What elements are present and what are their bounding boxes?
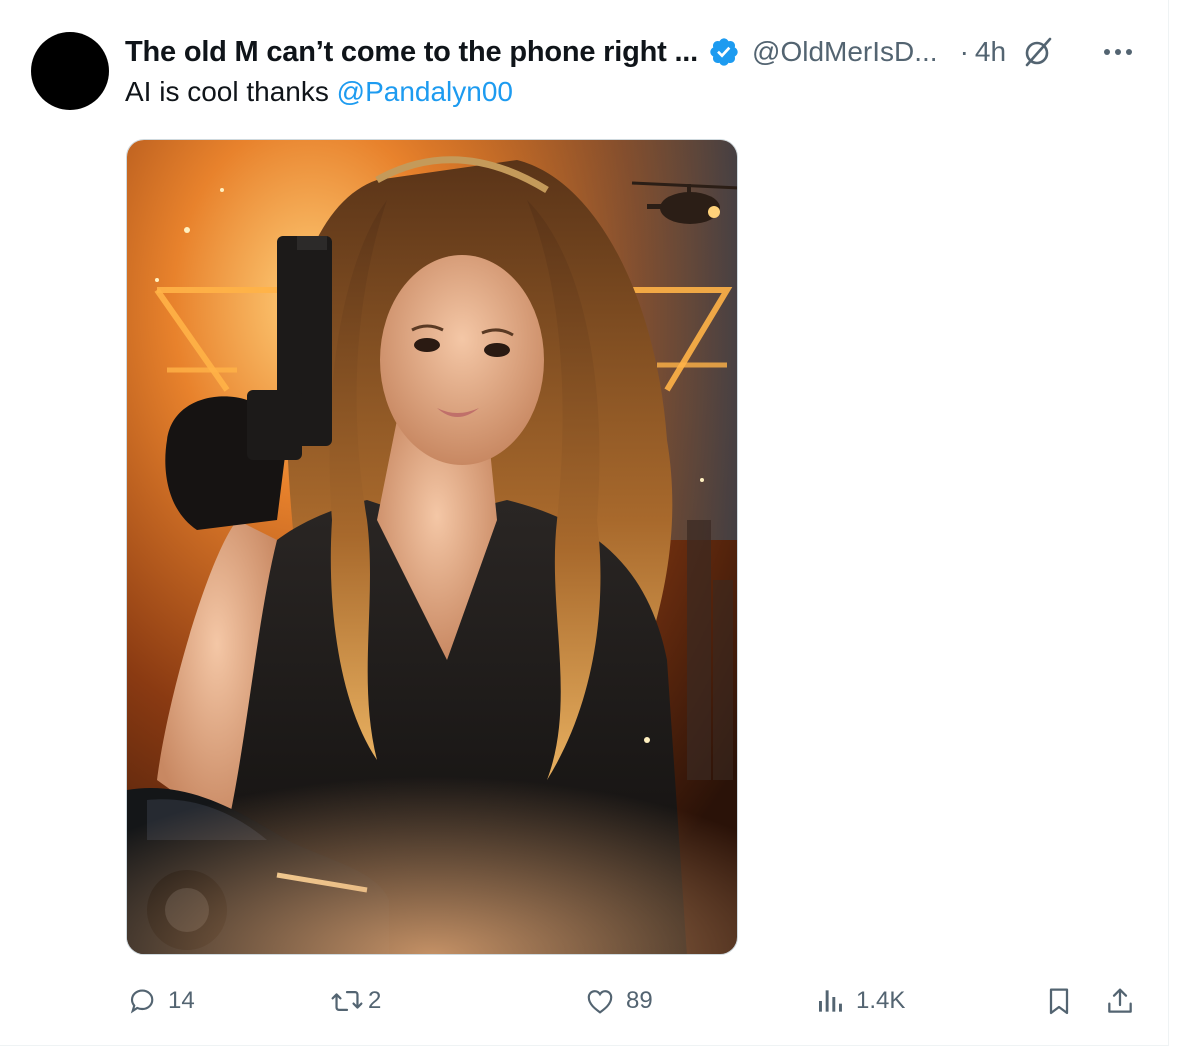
reply-count: 14 xyxy=(168,987,195,1014)
tweet-actions: 14 2 89 1.4K xyxy=(126,978,1136,1024)
share-button[interactable] xyxy=(1104,978,1136,1024)
repost-icon xyxy=(331,990,363,1012)
timestamp[interactable]: 4h xyxy=(975,36,1006,68)
like-count: 89 xyxy=(626,987,653,1014)
tweet-image[interactable] xyxy=(126,139,738,955)
share-icon xyxy=(1108,988,1132,1013)
views-icon xyxy=(819,990,842,1012)
repost-button[interactable]: 2 xyxy=(330,978,381,1024)
reply-icon xyxy=(130,989,154,1014)
repost-count: 2 xyxy=(368,987,382,1014)
grok-icon[interactable] xyxy=(1022,36,1054,68)
action-poster-image xyxy=(127,140,737,954)
like-button[interactable]: 89 xyxy=(584,978,653,1024)
separator-dot: · xyxy=(959,36,969,67)
views-button[interactable]: 1.4K xyxy=(816,978,905,1024)
verified-badge-icon[interactable] xyxy=(708,36,740,68)
avatar[interactable] xyxy=(31,32,109,110)
views-count: 1.4K xyxy=(856,987,906,1014)
mention-link[interactable]: @Pandalyn00 xyxy=(337,76,513,107)
more-icon[interactable] xyxy=(1100,36,1136,68)
bookmark-icon xyxy=(1049,988,1069,1015)
display-name[interactable]: The old M can’t come to the phone right … xyxy=(125,36,698,69)
tweet-header: The old M can’t come to the phone right … xyxy=(125,30,1145,74)
tweet-text-body: AI is cool thanks xyxy=(125,76,337,107)
tweet[interactable]: The old M can’t come to the phone right … xyxy=(0,0,1169,1046)
tweet-text: AI is cool thanks @Pandalyn00 xyxy=(125,76,513,108)
reply-button[interactable]: 14 xyxy=(126,978,195,1024)
bookmark-button[interactable] xyxy=(1044,978,1074,1024)
like-icon xyxy=(587,990,613,1014)
handle[interactable]: @OldMerIsD... xyxy=(752,36,938,68)
